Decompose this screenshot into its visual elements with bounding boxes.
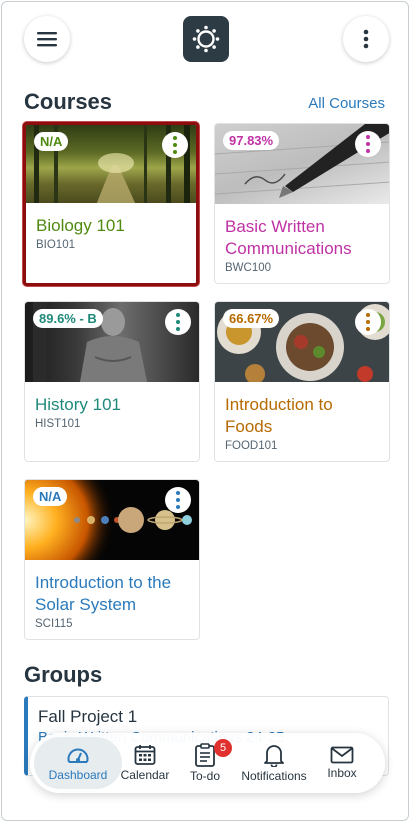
kebab-dot-icon bbox=[366, 142, 370, 146]
kebab-dot-icon bbox=[366, 135, 370, 139]
course-name: Introduction to Foods bbox=[225, 395, 333, 436]
kebab-dot-icon bbox=[176, 498, 180, 502]
kebab-dot-icon bbox=[176, 320, 180, 324]
groups-heading: Groups bbox=[24, 662, 103, 687]
course-options-button[interactable] bbox=[165, 309, 191, 335]
course-card-foods[interactable]: 66.67% Introduction to Foods FOOD101 bbox=[214, 301, 390, 462]
kebab-dot-icon bbox=[173, 136, 177, 140]
tab-calendar[interactable]: Calendar bbox=[120, 733, 170, 793]
grade-badge: N/A bbox=[34, 132, 69, 151]
kebab-dot-icon bbox=[366, 320, 370, 324]
course-card-written-communications[interactable]: 97.83% Basic Written Communications BWC1… bbox=[214, 123, 390, 284]
course-image-food: 66.67% bbox=[215, 302, 389, 382]
grade-badge: 89.6% - B bbox=[33, 309, 103, 328]
tab-todo[interactable]: 5 To-do bbox=[180, 733, 232, 793]
course-code: BIO101 bbox=[36, 239, 75, 251]
course-image-planets: N/A bbox=[25, 480, 199, 560]
course-name: Basic Written Communications bbox=[225, 217, 352, 258]
courses-heading: Courses bbox=[24, 89, 113, 114]
canvas-logo bbox=[183, 16, 229, 62]
course-name: Introduction to the Solar System bbox=[35, 573, 172, 614]
tab-label: Calendar bbox=[120, 768, 170, 782]
kebab-dot-icon bbox=[176, 491, 180, 495]
kebab-dot-icon bbox=[176, 505, 180, 509]
envelope-icon bbox=[330, 746, 354, 764]
todo-count-badge: 5 bbox=[214, 739, 232, 757]
canvas-logo-icon bbox=[192, 25, 220, 53]
grade-badge: 97.83% bbox=[223, 131, 280, 150]
course-options-button[interactable] bbox=[355, 309, 381, 335]
course-card-history[interactable]: 89.6% - B History 101 HIST101 bbox=[24, 301, 200, 462]
kebab-dot-icon bbox=[173, 143, 177, 147]
more-options-button[interactable] bbox=[343, 16, 389, 62]
course-name: History 101 bbox=[35, 395, 121, 414]
todo-clipboard-icon bbox=[195, 743, 215, 767]
course-code: SCI115 bbox=[35, 618, 73, 630]
menu-button[interactable] bbox=[24, 16, 70, 62]
course-code: FOOD101 bbox=[225, 440, 278, 452]
course-name: Biology 101 bbox=[36, 216, 125, 235]
tab-notifications[interactable]: Notifications bbox=[236, 733, 312, 793]
kebab-dot-icon bbox=[366, 149, 370, 153]
bottom-tab-bar: Dashboard Calendar 5 To-do Notifications… bbox=[30, 733, 385, 793]
kebab-dot-icon bbox=[366, 327, 370, 331]
tab-label: To-do bbox=[189, 769, 221, 783]
all-courses-link[interactable]: All Courses bbox=[308, 95, 385, 112]
course-image-pen: 97.83% bbox=[215, 124, 389, 204]
course-options-button[interactable] bbox=[355, 131, 381, 157]
bell-icon bbox=[264, 745, 284, 767]
grade-badge: 66.67% bbox=[223, 309, 280, 328]
course-image-statue: 89.6% - B bbox=[25, 302, 199, 382]
vertical-ellipsis-icon bbox=[363, 29, 369, 49]
course-options-button[interactable] bbox=[162, 132, 188, 158]
kebab-dot-icon bbox=[176, 327, 180, 331]
course-card-biology[interactable]: N/A Biology 101 BIO101 bbox=[23, 122, 199, 286]
tab-label: Dashboard bbox=[48, 768, 108, 782]
tab-label: Notifications bbox=[241, 769, 307, 783]
tab-label: Inbox bbox=[327, 766, 357, 780]
tab-dashboard[interactable]: Dashboard bbox=[34, 737, 122, 789]
group-name: Fall Project 1 bbox=[38, 707, 138, 726]
calendar-icon bbox=[134, 745, 156, 765]
course-card-solar-system[interactable]: N/A Introduction to the Solar System SCI… bbox=[24, 479, 200, 640]
course-options-button[interactable] bbox=[165, 487, 191, 513]
kebab-dot-icon bbox=[366, 313, 370, 317]
grade-badge: N/A bbox=[33, 487, 68, 506]
kebab-dot-icon bbox=[173, 150, 177, 154]
kebab-dot-icon bbox=[176, 313, 180, 317]
course-image-forest: N/A bbox=[26, 125, 196, 203]
hamburger-icon bbox=[37, 32, 57, 47]
course-code: HIST101 bbox=[35, 418, 81, 430]
app-screen: Courses All Courses N/A Biology 101 BIO1… bbox=[1, 1, 409, 821]
dashboard-icon bbox=[67, 748, 89, 763]
course-code: BWC100 bbox=[225, 262, 272, 274]
tab-inbox[interactable]: Inbox bbox=[320, 733, 364, 793]
